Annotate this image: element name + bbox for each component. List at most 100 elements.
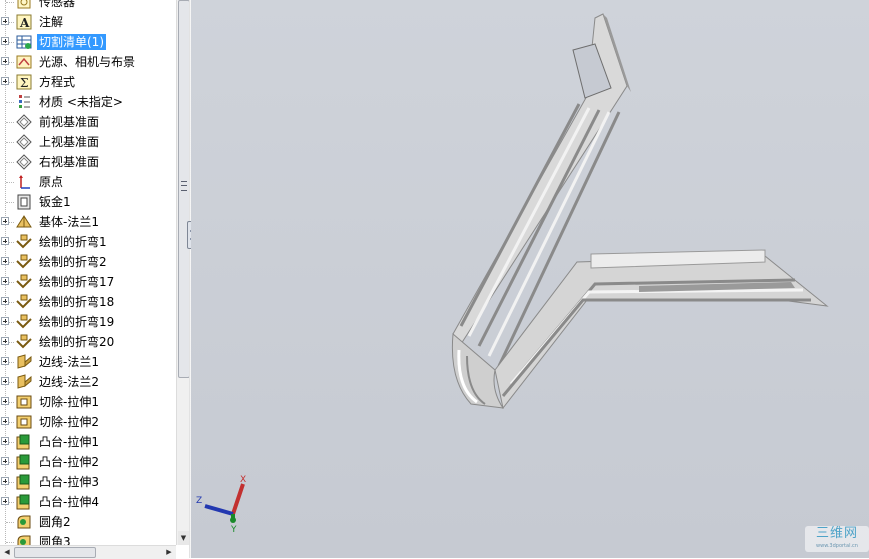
scroll-right-arrow-icon[interactable]: ▶ bbox=[163, 546, 175, 558]
tree-item[interactable]: 右视基准面 bbox=[0, 152, 176, 172]
expand-plus-icon[interactable] bbox=[1, 257, 9, 265]
tree-item[interactable]: Σ 方程式 bbox=[0, 72, 176, 92]
tree-item-label: 绘制的折弯2 bbox=[39, 255, 107, 269]
lights-cameras-icon bbox=[15, 53, 33, 71]
plane-icon bbox=[15, 133, 33, 151]
sensor-icon bbox=[15, 0, 33, 11]
tree-item-label: 凸台-拉伸2 bbox=[39, 455, 99, 469]
tree-item[interactable]: 绘制的折弯19 bbox=[0, 312, 176, 332]
tree-item[interactable]: 绘制的折弯18 bbox=[0, 292, 176, 312]
tree-connector-tick bbox=[6, 162, 14, 163]
scroll-left-arrow-icon[interactable]: ◀ bbox=[1, 546, 13, 558]
tree-connector-tick bbox=[6, 142, 14, 143]
tree-item-label: 上视基准面 bbox=[39, 135, 100, 149]
tree-item[interactable]: 传感器 bbox=[0, 0, 176, 12]
tree-item-label: 圆角2 bbox=[39, 515, 71, 529]
boss-extrude-icon bbox=[15, 473, 33, 491]
annotation-icon: A bbox=[15, 13, 33, 31]
svg-text:A: A bbox=[19, 16, 30, 30]
scroll-down-arrow-icon[interactable]: ▼ bbox=[178, 531, 189, 545]
tree-item-label: 原点 bbox=[39, 175, 64, 189]
tree-item-label: 传感器 bbox=[39, 0, 76, 9]
tree-item[interactable]: 凸台-拉伸4 bbox=[0, 492, 176, 512]
tree-item-label: 凸台-拉伸4 bbox=[39, 495, 99, 509]
expand-plus-icon[interactable] bbox=[1, 477, 9, 485]
fillet-icon bbox=[15, 513, 33, 531]
tree-item[interactable]: 钣金1 bbox=[0, 192, 176, 212]
tree-hscroll-thumb[interactable] bbox=[14, 547, 96, 558]
tree-item[interactable]: 切除-拉伸1 bbox=[0, 392, 176, 412]
expand-plus-icon[interactable] bbox=[1, 277, 9, 285]
z-axis-label: Z bbox=[196, 496, 202, 506]
base-flange-icon bbox=[15, 213, 33, 231]
tree-item[interactable]: 材质 <未指定> bbox=[0, 92, 176, 112]
tree-item-label: 注解 bbox=[39, 15, 64, 29]
expand-plus-icon[interactable] bbox=[1, 337, 9, 345]
expand-plus-icon[interactable] bbox=[1, 417, 9, 425]
tree-horizontal-scrollbar[interactable]: ◀ ▶ bbox=[0, 545, 176, 559]
tree-item-label: 光源、相机与布景 bbox=[39, 55, 136, 69]
expand-plus-icon[interactable] bbox=[1, 457, 9, 465]
expand-plus-icon[interactable] bbox=[1, 497, 9, 505]
tree-item-label: 材质 <未指定> bbox=[39, 95, 123, 109]
sheet-metal-part-model[interactable] bbox=[191, 0, 869, 558]
sketched-bend-icon bbox=[15, 313, 33, 331]
expand-plus-icon[interactable] bbox=[1, 437, 9, 445]
sketched-bend-icon bbox=[15, 273, 33, 291]
tree-vertical-scrollbar[interactable]: ▼ bbox=[176, 0, 190, 545]
tree-item[interactable]: 边线-法兰2 bbox=[0, 372, 176, 392]
tree-connector-tick bbox=[6, 122, 14, 123]
expand-plus-icon[interactable] bbox=[1, 297, 9, 305]
expand-plus-icon[interactable] bbox=[1, 17, 9, 25]
tree-item[interactable]: 基体-法兰1 bbox=[0, 212, 176, 232]
tree-item[interactable]: 前视基准面 bbox=[0, 112, 176, 132]
coordinate-triad[interactable]: X Z Y bbox=[191, 472, 261, 535]
watermark-text: 三维网 bbox=[815, 526, 858, 541]
feature-manager-tree[interactable]: 传感器 A 注解切割清单(1) 光源、相机与布景 Σ 方程式材质 <未指定> 前视基准面上视… bbox=[0, 0, 176, 558]
boss-extrude-icon bbox=[15, 453, 33, 471]
expand-plus-icon[interactable] bbox=[1, 37, 9, 45]
tree-item-label: 边线-法兰2 bbox=[39, 375, 99, 389]
tree-item-label: 绘制的折弯19 bbox=[39, 315, 115, 329]
tree-item[interactable]: 绘制的折弯17 bbox=[0, 272, 176, 292]
tree-item[interactable]: 原点 bbox=[0, 172, 176, 192]
sheet-metal-icon bbox=[15, 193, 33, 211]
graphics-area[interactable]: X Z Y 三维网 www.3dportal.cn bbox=[191, 0, 869, 558]
tree-item[interactable]: 圆角2 bbox=[0, 512, 176, 532]
tree-item-label: 绘制的折弯1 bbox=[39, 235, 107, 249]
sketched-bend-icon bbox=[15, 293, 33, 311]
tree-item-label: 凸台-拉伸3 bbox=[39, 475, 99, 489]
expand-plus-icon[interactable] bbox=[1, 397, 9, 405]
tree-connector-tick bbox=[6, 182, 14, 183]
tree-item[interactable]: 切除-拉伸2 bbox=[0, 412, 176, 432]
expand-plus-icon[interactable] bbox=[1, 217, 9, 225]
tree-item-label: 切除-拉伸1 bbox=[39, 395, 99, 409]
expand-plus-icon[interactable] bbox=[1, 237, 9, 245]
tree-item[interactable]: 凸台-拉伸3 bbox=[0, 472, 176, 492]
scroll-grip-icon bbox=[181, 181, 187, 191]
tree-item-label: 钣金1 bbox=[39, 195, 71, 209]
tree-item[interactable]: 边线-法兰1 bbox=[0, 352, 176, 372]
expand-plus-icon[interactable] bbox=[1, 357, 9, 365]
tree-item[interactable]: 切割清单(1) bbox=[0, 32, 176, 52]
tree-item[interactable]: 光源、相机与布景 bbox=[0, 52, 176, 72]
boss-extrude-icon bbox=[15, 433, 33, 451]
edge-flange-icon bbox=[15, 353, 33, 371]
boss-extrude-icon bbox=[15, 493, 33, 511]
expand-plus-icon[interactable] bbox=[1, 377, 9, 385]
tree-item[interactable]: 凸台-拉伸1 bbox=[0, 432, 176, 452]
sketched-bend-icon bbox=[15, 253, 33, 271]
expand-plus-icon[interactable] bbox=[1, 57, 9, 65]
tree-item[interactable]: 凸台-拉伸2 bbox=[0, 452, 176, 472]
tree-item[interactable]: 上视基准面 bbox=[0, 132, 176, 152]
expand-plus-icon[interactable] bbox=[1, 317, 9, 325]
expand-plus-icon[interactable] bbox=[1, 77, 9, 85]
tree-item[interactable]: 绘制的折弯20 bbox=[0, 332, 176, 352]
tree-item[interactable]: A 注解 bbox=[0, 12, 176, 32]
tree-item[interactable]: 绘制的折弯2 bbox=[0, 252, 176, 272]
plane-icon bbox=[15, 153, 33, 171]
tree-item-label: 边线-法兰1 bbox=[39, 355, 99, 369]
tree-item[interactable]: 绘制的折弯1 bbox=[0, 232, 176, 252]
cut-extrude-icon bbox=[15, 393, 33, 411]
tree-connector-tick bbox=[6, 202, 14, 203]
